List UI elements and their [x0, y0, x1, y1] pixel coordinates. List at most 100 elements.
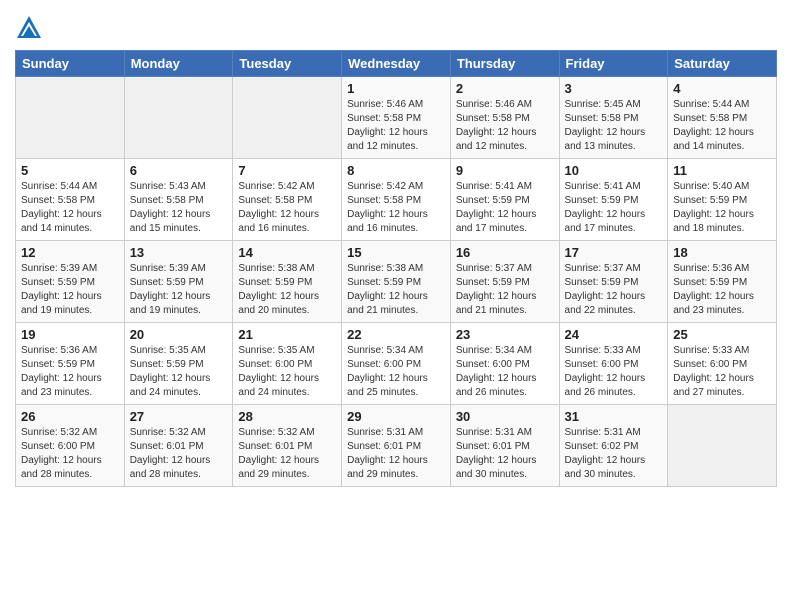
day-number: 2 [456, 81, 554, 96]
calendar-cell: 10 Sunrise: 5:41 AM Sunset: 5:59 PM Dayli… [559, 159, 668, 241]
day-number: 30 [456, 409, 554, 424]
calendar-cell: 14 Sunrise: 5:38 AM Sunset: 5:59 PM Dayli… [233, 241, 342, 323]
day-info: Sunrise: 5:46 AM Sunset: 5:58 PM Dayligh… [456, 98, 554, 154]
calendar-day-header: Wednesday [342, 51, 451, 77]
day-number: 14 [238, 245, 336, 260]
calendar-cell: 22 Sunrise: 5:34 AM Sunset: 6:00 PM Dayli… [342, 323, 451, 405]
day-number: 24 [565, 327, 663, 342]
calendar-cell: 19Sunrise: 5:36 AM Sunset: 5:59 PM Dayli… [16, 323, 125, 405]
day-info: Sunrise: 5:31 AM Sunset: 6:02 PM Dayligh… [565, 426, 663, 482]
calendar-day-header: Monday [124, 51, 233, 77]
day-number: 18 [673, 245, 771, 260]
day-number: 5 [21, 163, 119, 178]
day-number: 3 [565, 81, 663, 96]
day-number: 15 [347, 245, 445, 260]
day-info: Sunrise: 5:35 AM Sunset: 6:00 PM Dayligh… [238, 344, 336, 400]
day-info: Sunrise: 5:43 AM Sunset: 5:58 PM Dayligh… [130, 180, 228, 236]
calendar-week-row: 5 Sunrise: 5:44 AM Sunset: 5:58 PM Daylig… [16, 159, 777, 241]
day-info: Sunrise: 5:35 AM Sunset: 5:59 PM Dayligh… [130, 344, 228, 400]
calendar-day-header: Sunday [16, 51, 125, 77]
day-number: 1 [347, 81, 445, 96]
calendar-cell: 1 Sunrise: 5:46 AM Sunset: 5:58 PM Daylig… [342, 77, 451, 159]
calendar-cell [233, 77, 342, 159]
day-info: Sunrise: 5:41 AM Sunset: 5:59 PM Dayligh… [456, 180, 554, 236]
calendar-cell: 17 Sunrise: 5:37 AM Sunset: 5:59 PM Dayli… [559, 241, 668, 323]
day-info: Sunrise: 5:38 AM Sunset: 5:59 PM Dayligh… [347, 262, 445, 318]
day-info: Sunrise: 5:33 AM Sunset: 6:00 PM Dayligh… [565, 344, 663, 400]
calendar-week-row: 12 Sunrise: 5:39 AM Sunset: 5:59 PM Dayli… [16, 241, 777, 323]
day-number: 4 [673, 81, 771, 96]
day-info: Sunrise: 5:37 AM Sunset: 5:59 PM Dayligh… [456, 262, 554, 318]
calendar-cell: 28Sunrise: 5:32 AM Sunset: 6:01 PM Dayli… [233, 405, 342, 487]
calendar-cell: 18 Sunrise: 5:36 AM Sunset: 5:59 PM Dayli… [668, 241, 777, 323]
day-number: 10 [565, 163, 663, 178]
calendar-cell: 5 Sunrise: 5:44 AM Sunset: 5:58 PM Daylig… [16, 159, 125, 241]
calendar-day-header: Thursday [450, 51, 559, 77]
day-info: Sunrise: 5:37 AM Sunset: 5:59 PM Dayligh… [565, 262, 663, 318]
calendar-day-header: Friday [559, 51, 668, 77]
day-number: 21 [238, 327, 336, 342]
day-number: 26 [21, 409, 119, 424]
day-info: Sunrise: 5:46 AM Sunset: 5:58 PM Dayligh… [347, 98, 445, 154]
day-info: Sunrise: 5:32 AM Sunset: 6:01 PM Dayligh… [130, 426, 228, 482]
calendar-cell: 15 Sunrise: 5:38 AM Sunset: 5:59 PM Dayli… [342, 241, 451, 323]
day-number: 12 [21, 245, 119, 260]
day-number: 8 [347, 163, 445, 178]
day-info: Sunrise: 5:34 AM Sunset: 6:00 PM Dayligh… [347, 344, 445, 400]
logo-icon [15, 14, 43, 42]
header [15, 10, 777, 42]
calendar-cell: 16 Sunrise: 5:37 AM Sunset: 5:59 PM Dayli… [450, 241, 559, 323]
day-number: 17 [565, 245, 663, 260]
calendar-day-header: Tuesday [233, 51, 342, 77]
calendar-cell: 3 Sunrise: 5:45 AM Sunset: 5:58 PM Daylig… [559, 77, 668, 159]
calendar-cell: 23Sunrise: 5:34 AM Sunset: 6:00 PM Dayli… [450, 323, 559, 405]
day-info: Sunrise: 5:40 AM Sunset: 5:59 PM Dayligh… [673, 180, 771, 236]
calendar-cell: 26 Sunrise: 5:32 AM Sunset: 6:00 PM Dayli… [16, 405, 125, 487]
day-info: Sunrise: 5:42 AM Sunset: 5:58 PM Dayligh… [238, 180, 336, 236]
calendar-cell: 25Sunrise: 5:33 AM Sunset: 6:00 PM Dayli… [668, 323, 777, 405]
calendar-cell: 12Sunrise: 5:39 AM Sunset: 5:59 PM Dayli… [16, 241, 125, 323]
day-info: Sunrise: 5:31 AM Sunset: 6:01 PM Dayligh… [347, 426, 445, 482]
calendar-cell: 31 Sunrise: 5:31 AM Sunset: 6:02 PM Dayli… [559, 405, 668, 487]
day-number: 13 [130, 245, 228, 260]
day-info: Sunrise: 5:36 AM Sunset: 5:59 PM Dayligh… [673, 262, 771, 318]
day-info: Sunrise: 5:32 AM Sunset: 6:00 PM Dayligh… [21, 426, 119, 482]
day-info: Sunrise: 5:32 AM Sunset: 6:01 PM Dayligh… [238, 426, 336, 482]
day-number: 9 [456, 163, 554, 178]
calendar-week-row: 19Sunrise: 5:36 AM Sunset: 5:59 PM Dayli… [16, 323, 777, 405]
calendar-cell [124, 77, 233, 159]
day-number: 22 [347, 327, 445, 342]
day-number: 19 [21, 327, 119, 342]
day-info: Sunrise: 5:44 AM Sunset: 5:58 PM Dayligh… [21, 180, 119, 236]
calendar-cell: 11Sunrise: 5:40 AM Sunset: 5:59 PM Dayli… [668, 159, 777, 241]
calendar-cell: 27 Sunrise: 5:32 AM Sunset: 6:01 PM Dayli… [124, 405, 233, 487]
day-info: Sunrise: 5:41 AM Sunset: 5:59 PM Dayligh… [565, 180, 663, 236]
day-info: Sunrise: 5:45 AM Sunset: 5:58 PM Dayligh… [565, 98, 663, 154]
calendar-cell: 24 Sunrise: 5:33 AM Sunset: 6:00 PM Dayli… [559, 323, 668, 405]
day-info: Sunrise: 5:44 AM Sunset: 5:58 PM Dayligh… [673, 98, 771, 154]
calendar-cell [668, 405, 777, 487]
calendar-cell: 20 Sunrise: 5:35 AM Sunset: 5:59 PM Dayli… [124, 323, 233, 405]
calendar-week-row: 1 Sunrise: 5:46 AM Sunset: 5:58 PM Daylig… [16, 77, 777, 159]
day-number: 20 [130, 327, 228, 342]
day-number: 16 [456, 245, 554, 260]
calendar-cell: 21 Sunrise: 5:35 AM Sunset: 6:00 PM Dayli… [233, 323, 342, 405]
calendar-week-row: 26 Sunrise: 5:32 AM Sunset: 6:00 PM Dayli… [16, 405, 777, 487]
day-number: 29 [347, 409, 445, 424]
calendar-cell: 30Sunrise: 5:31 AM Sunset: 6:01 PM Dayli… [450, 405, 559, 487]
day-number: 7 [238, 163, 336, 178]
day-number: 25 [673, 327, 771, 342]
calendar-day-header: Saturday [668, 51, 777, 77]
page-container: SundayMondayTuesdayWednesdayThursdayFrid… [0, 0, 792, 497]
day-number: 6 [130, 163, 228, 178]
calendar-cell: 7 Sunrise: 5:42 AM Sunset: 5:58 PM Daylig… [233, 159, 342, 241]
calendar-cell: 2 Sunrise: 5:46 AM Sunset: 5:58 PM Daylig… [450, 77, 559, 159]
calendar-cell: 9 Sunrise: 5:41 AM Sunset: 5:59 PM Daylig… [450, 159, 559, 241]
day-info: Sunrise: 5:38 AM Sunset: 5:59 PM Dayligh… [238, 262, 336, 318]
day-number: 31 [565, 409, 663, 424]
calendar-cell: 6 Sunrise: 5:43 AM Sunset: 5:58 PM Daylig… [124, 159, 233, 241]
day-number: 27 [130, 409, 228, 424]
logo [15, 14, 47, 42]
day-info: Sunrise: 5:39 AM Sunset: 5:59 PM Dayligh… [130, 262, 228, 318]
calendar-cell: 13 Sunrise: 5:39 AM Sunset: 5:59 PM Dayli… [124, 241, 233, 323]
